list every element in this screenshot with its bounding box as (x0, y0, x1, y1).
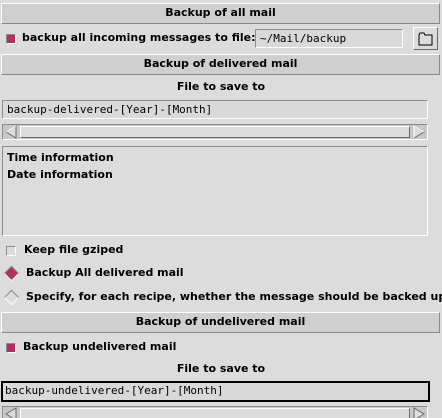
backup-all-label: backup all incoming messages to file: (22, 31, 256, 44)
backup-all-checkbox[interactable] (6, 34, 16, 44)
delivered-hscrollbar[interactable] (2, 124, 428, 140)
undelivered-file-heading: File to save to (176, 362, 266, 375)
info-line-time: Time information (7, 151, 114, 164)
scroll-right-arrow-icon[interactable] (412, 407, 426, 418)
section-header-undelivered: Backup of undelivered mail (1, 312, 440, 333)
backup-all-delivered-label: Backup All delivered mail (26, 266, 184, 279)
keep-gzip-checkbox[interactable] (6, 246, 16, 256)
delivered-file-heading: File to save to (176, 80, 266, 93)
mail-backup-panel: Backup of all mail backup all incoming m… (0, 0, 442, 418)
folder-icon (418, 32, 433, 46)
backup-undelivered-checkbox[interactable] (6, 343, 16, 353)
specify-per-recipe-label: Specify, for each recipe, whether the me… (26, 290, 442, 303)
backup-undelivered-label: Backup undelivered mail (23, 340, 177, 353)
undelivered-scroll-thumb[interactable] (20, 408, 410, 418)
section-header-all-mail: Backup of all mail (1, 3, 440, 24)
delivered-info-box[interactable]: Time information Date information (2, 146, 428, 236)
keep-gzip-label: Keep file gziped (24, 243, 124, 256)
backup-all-file-field[interactable]: ~/Mail/backup (255, 29, 403, 48)
delivered-file-field[interactable]: backup-delivered-[Year]-[Month] (2, 100, 428, 119)
backup-all-delivered-radio[interactable] (3, 265, 20, 282)
scroll-left-arrow-icon[interactable] (4, 407, 18, 418)
scroll-right-arrow-icon[interactable] (412, 125, 426, 139)
section-header-delivered: Backup of delivered mail (1, 54, 440, 75)
undelivered-hscrollbar[interactable] (2, 406, 428, 418)
delivered-scroll-thumb[interactable] (20, 126, 410, 138)
info-line-date: Date information (7, 168, 113, 181)
browse-button[interactable] (413, 27, 438, 50)
scroll-left-arrow-icon[interactable] (4, 125, 18, 139)
undelivered-file-field[interactable]: backup-undelivered-[Year]-[Month] (1, 381, 430, 402)
specify-per-recipe-radio[interactable] (3, 289, 20, 306)
